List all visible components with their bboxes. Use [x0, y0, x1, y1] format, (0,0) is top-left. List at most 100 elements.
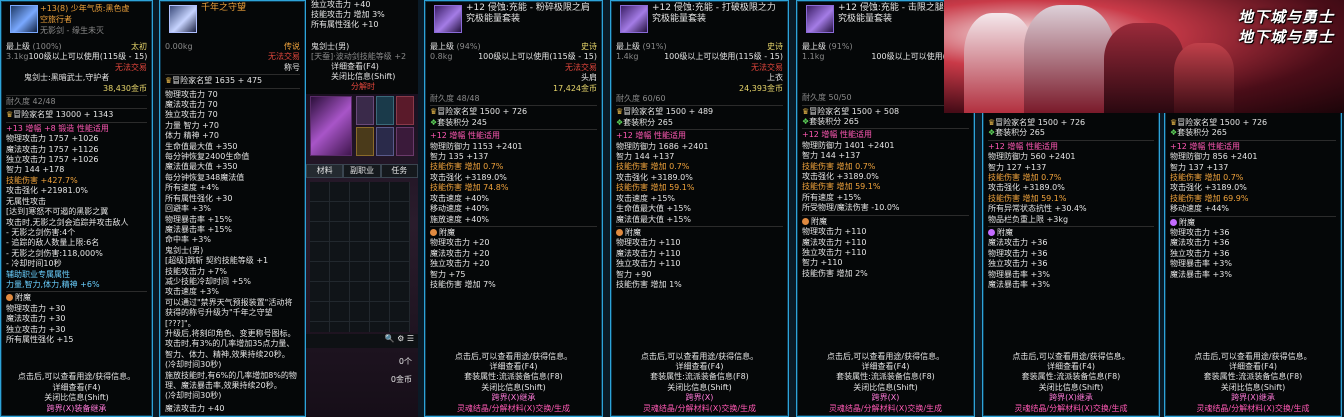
fame-row: ♛冒险家名望 1500 + 726 — [988, 118, 1086, 127]
gear-icon[interactable]: ⚙ — [397, 334, 404, 343]
usage-hint[interactable]: 点击后,可以查看用途/获得信息。 — [1165, 352, 1341, 362]
overlap-compare[interactable]: 关闭比信息(Shift) — [311, 72, 418, 82]
soul-hint[interactable]: 灵魂结晶/分解材料(X)交换/生成 — [1165, 404, 1341, 414]
set-hint[interactable]: 套装属性:流派装备信息(F8) — [425, 372, 602, 382]
enchant-label: 附魔 — [625, 227, 641, 237]
stat-line: 攻击强化 +3189.0% — [430, 172, 507, 182]
item-type: 称号 — [284, 62, 300, 72]
promo-banner[interactable]: 地下城与勇士 地下城与勇士 — [944, 0, 1344, 113]
set-hint[interactable]: 套装属性:流派装备信息(F8) — [983, 372, 1159, 382]
list-icon[interactable]: ☰ — [407, 334, 414, 343]
stat-line: 魔法攻击力 1757 +1126 — [6, 144, 99, 154]
equip-slot[interactable] — [376, 96, 394, 125]
tooltip-header: +12 侵蚀:充能 - 粉碎极限之肩 究极能量套装 — [430, 1, 597, 42]
search-icon[interactable]: 🔍 — [385, 334, 395, 343]
tab-subjob[interactable]: 副职业 — [343, 164, 381, 178]
detail-hint[interactable]: 详细查看(F4) — [1, 383, 152, 393]
usage-hint[interactable]: 点击后,可以查看用途/获得信息。 — [425, 352, 602, 362]
enchant-line: 独立攻击力 +36 — [988, 259, 1048, 269]
detail-hint[interactable]: 详细查看(F4) — [1165, 362, 1341, 372]
usage-hint[interactable]: 点击后,可以查看用途/获得信息。 — [1, 372, 152, 382]
inherit-hint[interactable]: 跨界(X)继承 — [983, 393, 1159, 403]
tooltip-top: +12 侵蚀:充能 - 打破极限之力 究极能量套装 最上级 (91%) 史诗 1.… — [610, 0, 789, 417]
enchant-label: 附魔 — [15, 293, 31, 303]
weight: 1.1kg — [802, 52, 825, 62]
stat-line: 力量 智力 +70 — [165, 120, 219, 130]
tooltip-footer: 点击后,可以查看用途/获得信息。 详细查看(F4) 套装属性:流派装备信息(F8… — [1165, 352, 1341, 416]
soul-hint[interactable]: 灵魂结晶/分解材料(X)交换/生成 — [611, 404, 788, 414]
detail-hint[interactable]: 详细查看(F4) — [425, 362, 602, 372]
character-art — [1024, 5, 1114, 113]
compare-hint[interactable]: 关闭比信息(Shift) — [1165, 383, 1341, 393]
equip-slot[interactable] — [396, 127, 414, 156]
stat-list: +12 增幅 性能适用 物理防御力 856 +2401 智力 137 +137 技能伤… — [1170, 139, 1336, 215]
compare-hint[interactable]: 关闭比信息(Shift) — [1, 393, 152, 403]
enchant-line: 独立攻击力 +20 — [430, 259, 490, 269]
character-art — [1104, 23, 1184, 113]
stat-line: 辅助职业专属属性 — [6, 269, 70, 279]
detail-hint[interactable]: 详细查看(F4) — [611, 362, 788, 372]
overlap-detail[interactable]: 详细查看(F4) — [311, 62, 418, 72]
tab-quest[interactable]: 任务 — [380, 164, 418, 178]
stat-line: 智力 144 +178 — [6, 165, 65, 175]
detail-hint[interactable]: 详细查看(F4) — [797, 362, 974, 372]
equip-slot[interactable] — [376, 127, 394, 156]
enchant-list: 物理攻击力 +110 魔法攻击力 +110 独立攻击力 +110 智力 +110 技能伤… — [802, 227, 969, 279]
detail-hint[interactable]: 详细查看(F4) — [983, 362, 1159, 372]
compare-hint[interactable]: 关闭比信息(Shift) — [611, 383, 788, 393]
game-logo: 地下城与勇士 — [1237, 8, 1334, 26]
stat-line: 技能伤害 增加 59.1% — [988, 193, 1067, 203]
enchant-orb-icon — [616, 228, 623, 236]
soul-hint[interactable]: 灵魂结晶/分解材料(X)交换/生成 — [797, 404, 974, 414]
equip-slot[interactable] — [356, 96, 374, 125]
soul-hint[interactable]: 灵魂结晶/分解材料(X)交换/生成 — [983, 404, 1159, 414]
stat-line: 体力 精神 +70 — [165, 131, 219, 141]
stat-line: 攻击速度 +40% — [430, 193, 490, 203]
enchant-line: 魔法攻击力 +110 — [616, 248, 681, 258]
usage-hint[interactable]: 点击后,可以查看用途/获得信息。 — [983, 352, 1159, 362]
compare-hint[interactable]: 关闭比信息(Shift) — [425, 383, 602, 393]
stat-line: 智力 144 +137 — [802, 151, 861, 161]
armor-icon — [620, 5, 648, 33]
equip-slot[interactable] — [396, 96, 414, 125]
stat-line: 独立攻击力 70 — [165, 110, 218, 120]
overlap-line: 所有属性强化 +10 — [311, 20, 379, 29]
weight: 3.1kg — [6, 52, 29, 62]
set-hint[interactable]: 套装属性:流派装备信息(F8) — [797, 372, 974, 382]
inherit-hint[interactable]: 跨界(X) — [797, 393, 974, 403]
enchant-line: 魔法暴击率 +3% — [1170, 269, 1232, 279]
set-points: ❖套装积分 265 — [616, 117, 673, 127]
title-icon — [169, 5, 197, 33]
inventory-grid[interactable] — [310, 182, 410, 332]
stat-line: 攻击强化 +3189.0% — [988, 183, 1065, 193]
stat-line: 力量,智力,体力,精神 +6% — [6, 279, 100, 289]
equip-slot[interactable] — [356, 127, 374, 156]
inherit-hint[interactable]: 跨界(X)继承 — [1165, 393, 1341, 403]
usage-hint[interactable]: 点击后,可以查看用途/获得信息。 — [797, 352, 974, 362]
stat-line: 技能伤害 增加 0.7% — [802, 161, 876, 171]
tooltip-shoulder: +12 侵蚀:充能 - 粉碎极限之肩 究极能量套装 最上级 (94%) 史诗 0.… — [424, 0, 603, 417]
enchant-label: 附魔 — [811, 216, 827, 226]
inherit-hint[interactable]: 跨界(X)继承 — [425, 393, 602, 403]
enchant-line: 魔法攻击力 +36 — [1170, 238, 1230, 248]
item-title-2: 空旅行者 — [40, 15, 72, 24]
inherit-hint[interactable]: 跨界(X) — [611, 393, 788, 403]
tab-materials[interactable]: 材料 — [306, 164, 344, 178]
enchant-line: 智力 +110 — [802, 258, 843, 268]
inherit-hint[interactable]: 跨界(X)装备继承 — [1, 404, 152, 414]
compare-hint[interactable]: 关闭比信息(Shift) — [983, 383, 1159, 393]
compare-hint[interactable]: 关闭比信息(Shift) — [797, 383, 974, 393]
set-hint[interactable]: 套装属性:流派装备信息(F8) — [611, 372, 788, 382]
stat-line: 回避率 +3% — [165, 204, 211, 214]
stat-line: 技能伤害 +427.7% — [6, 175, 78, 185]
stat-line: +12 增幅 性能适用 — [430, 131, 500, 141]
soul-hint[interactable]: 灵魂结晶/分解材料(X)交换/生成 — [425, 404, 602, 414]
tooltip-weapon: +13(8) 少年气质:黑色虚 空旅行者 无影剑 - 缘生未灭 最上级 (100… — [0, 0, 153, 417]
set-points: ❖套装积分 245 — [430, 117, 487, 127]
character-art — [1174, 43, 1234, 113]
stat-line: 所有速度 +15% — [802, 192, 862, 202]
level-req: 100级以上可以使用(115级 - 15) — [478, 52, 597, 62]
weapon-icon — [10, 5, 38, 33]
set-hint[interactable]: 套装属性:流派装备信息(F8) — [1165, 372, 1341, 382]
usage-hint[interactable]: 点击后,可以查看用途/获得信息。 — [611, 352, 788, 362]
